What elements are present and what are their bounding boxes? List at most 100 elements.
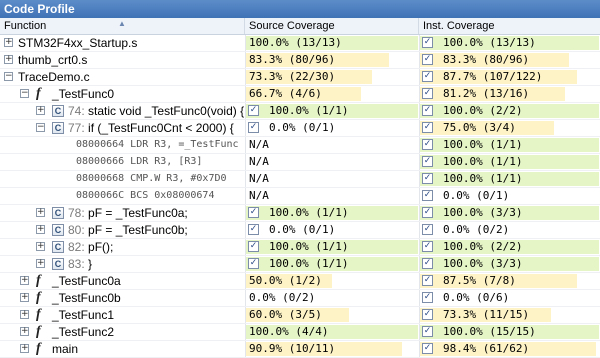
inst-coverage-cell: ✓ 100.0% (1/1) <box>419 171 600 187</box>
tree-row[interactable]: + f _TestFunc0a 50.0% (1/2) ✓ 87.5% (7/8) <box>0 273 600 290</box>
tree-row[interactable]: − C 77: if (_TestFunc0Cnt < 2000) {✓ 0.0% (… <box>0 120 600 137</box>
tree-row[interactable]: + C 83: } ✓ 100.0% (1/1) ✓ 100.0% (3/3) <box>0 256 600 273</box>
inst-coverage-checkbox[interactable]: ✓ <box>422 224 433 235</box>
inst-coverage-value: 83.3% (80/96) <box>443 53 530 66</box>
column-function-label: Function <box>4 20 47 32</box>
source-coverage-checkbox[interactable]: ✓ <box>248 105 259 116</box>
source-coverage-value: 50.0% (1/2) <box>249 274 322 287</box>
expand-icon[interactable]: + <box>36 225 45 234</box>
expand-icon[interactable]: + <box>20 293 29 302</box>
collapse-icon[interactable]: − <box>4 72 13 81</box>
inst-coverage-checkbox[interactable]: ✓ <box>422 207 433 218</box>
source-coverage-cell: 90.9% (10/11) <box>245 341 419 357</box>
source-coverage-checkbox[interactable]: ✓ <box>248 224 259 235</box>
inst-coverage-checkbox[interactable]: ✓ <box>422 54 433 65</box>
function-label: static void _TestFunc0(void) { <box>88 104 245 118</box>
inst-coverage-checkbox[interactable]: ✓ <box>422 173 433 184</box>
source-coverage-checkbox[interactable]: ✓ <box>248 122 259 133</box>
tree-row[interactable]: + C 82: pF(); ✓ 100.0% (1/1) ✓ 100.0% (2/2) <box>0 239 600 256</box>
expand-icon[interactable]: + <box>36 242 45 251</box>
tree-row[interactable]: + f _TestFunc0b 0.0% (0/2) ✓ 0.0% (0/6) <box>0 290 600 307</box>
tree-row[interactable]: 08000664 LDR R3, =_TestFunc N/A ✓ 100.0% (1… <box>0 137 600 154</box>
inst-coverage-cell: ✓ 100.0% (3/3) <box>419 256 600 272</box>
source-line-icon: C <box>52 105 64 117</box>
expand-icon[interactable]: + <box>20 310 29 319</box>
inst-coverage-value: 100.0% (3/3) <box>443 257 523 270</box>
source-coverage-value: 83.3% (80/96) <box>249 53 336 66</box>
source-coverage-cell: 60.0% (3/5) <box>245 307 419 323</box>
inst-coverage-checkbox[interactable]: ✓ <box>422 71 433 82</box>
inst-coverage-checkbox[interactable]: ✓ <box>422 241 433 252</box>
function-icon: f <box>36 324 41 339</box>
function-label: _TestFunc0 <box>52 87 115 101</box>
source-coverage-cell: ✓ 100.0% (1/1) <box>245 239 419 255</box>
source-coverage-value: 100.0% (1/1) <box>269 206 349 219</box>
expand-icon[interactable]: + <box>36 106 45 115</box>
tree-row[interactable]: 08000666 LDR R3, [R3] N/A ✓ 100.0% (1/1) <box>0 154 600 171</box>
inst-coverage-checkbox[interactable]: ✓ <box>422 156 433 167</box>
source-line-icon: C <box>52 224 64 236</box>
function-cell: + f _TestFunc0a <box>0 273 245 289</box>
tree-row[interactable]: + f main 90.9% (10/11) ✓ 98.4% (61/62) <box>0 341 600 358</box>
tree-row[interactable]: + f _TestFunc2 100.0% (4/4) ✓ 100.0% (15/15) <box>0 324 600 341</box>
expand-icon[interactable]: + <box>20 327 29 336</box>
tree-row[interactable]: + thumb_crt0.s 83.3% (80/96) ✓ 83.3% (80/96) <box>0 52 600 69</box>
function-icon: f <box>36 307 41 322</box>
expand-icon[interactable]: + <box>36 259 45 268</box>
expand-icon[interactable]: + <box>4 55 13 64</box>
source-line-icon: C <box>52 207 64 219</box>
inst-coverage-checkbox[interactable]: ✓ <box>422 122 433 133</box>
tree-row[interactable]: 08000668 CMP.W R3, #0x7D0 N/A ✓ 100.0% (1/1… <box>0 171 600 188</box>
inst-coverage-value: 98.4% (61/62) <box>443 342 530 355</box>
collapse-icon[interactable]: − <box>36 123 45 132</box>
tree-row[interactable]: + C 78: pF = _TestFunc0a; ✓ 100.0% (1/1) ✓ 100… <box>0 205 600 222</box>
inst-coverage-checkbox[interactable]: ✓ <box>422 88 433 99</box>
source-coverage-checkbox[interactable]: ✓ <box>248 241 259 252</box>
inst-coverage-cell: ✓ 83.3% (80/96) <box>419 52 600 68</box>
tree-row[interactable]: + f _TestFunc1 60.0% (3/5) ✓ 73.3% (11/15) <box>0 307 600 324</box>
source-line-icon: C <box>52 241 64 253</box>
tree-row[interactable]: 0800066C BCS 0x08000674 N/A ✓ 0.0% (0/1) <box>0 188 600 205</box>
coverage-tree: + STM32F4xx_Startup.s 100.0% (13/13) ✓ 100.0… <box>0 35 600 358</box>
inst-coverage-cell: ✓ 87.5% (7/8) <box>419 273 600 289</box>
source-coverage-checkbox[interactable]: ✓ <box>248 207 259 218</box>
inst-coverage-cell: ✓ 0.0% (0/2) <box>419 222 600 238</box>
tree-row[interactable]: − f _TestFunc0 66.7% (4/6) ✓ 81.2% (13/16) <box>0 86 600 103</box>
inst-coverage-checkbox[interactable]: ✓ <box>422 309 433 320</box>
function-label: _TestFunc1 <box>52 308 115 322</box>
inst-coverage-value: 87.7% (107/122) <box>443 70 543 83</box>
inst-coverage-checkbox[interactable]: ✓ <box>422 275 433 286</box>
source-coverage-cell: ✓ 100.0% (1/1) <box>245 103 419 119</box>
tree-row[interactable]: − TraceDemo.c 73.3% (22/30) ✓ 87.7% (107/122… <box>0 69 600 86</box>
inst-coverage-checkbox[interactable]: ✓ <box>422 326 433 337</box>
expand-icon[interactable]: + <box>36 208 45 217</box>
instruction-label: 08000668 CMP.W R3, #0x7D0 <box>76 173 227 184</box>
source-coverage-cell: ✓ 0.0% (0/1) <box>245 120 419 136</box>
inst-coverage-checkbox[interactable]: ✓ <box>422 292 433 303</box>
inst-coverage-checkbox[interactable]: ✓ <box>422 343 433 354</box>
inst-coverage-checkbox[interactable]: ✓ <box>422 190 433 201</box>
inst-coverage-checkbox[interactable]: ✓ <box>422 37 433 48</box>
function-icon: f <box>36 86 41 101</box>
tree-row[interactable]: + C 74: static void _TestFunc0(void) {✓ 100… <box>0 103 600 120</box>
expand-icon[interactable]: + <box>20 276 29 285</box>
source-coverage-checkbox[interactable]: ✓ <box>248 258 259 269</box>
function-cell: + f main <box>0 341 245 357</box>
source-coverage-value: 100.0% (1/1) <box>269 104 349 117</box>
expand-icon[interactable]: + <box>20 344 29 353</box>
column-function-header[interactable]: Function ▲ <box>0 18 245 34</box>
column-inst-coverage-header[interactable]: Inst. Coverage <box>419 18 600 34</box>
column-source-coverage-header[interactable]: Source Coverage <box>245 18 419 34</box>
collapse-icon[interactable]: − <box>20 89 29 98</box>
column-inst-coverage-label: Inst. Coverage <box>423 20 495 32</box>
tree-row[interactable]: + C 80: pF = _TestFunc0b; ✓ 0.0% (0/1) ✓ 0.0% … <box>0 222 600 239</box>
inst-coverage-checkbox[interactable]: ✓ <box>422 139 433 150</box>
expand-icon[interactable]: + <box>4 38 13 47</box>
function-icon: f <box>36 341 41 356</box>
inst-coverage-cell: ✓ 98.4% (61/62) <box>419 341 600 357</box>
inst-coverage-checkbox[interactable]: ✓ <box>422 258 433 269</box>
tree-row[interactable]: + STM32F4xx_Startup.s 100.0% (13/13) ✓ 100.0… <box>0 35 600 52</box>
inst-coverage-checkbox[interactable]: ✓ <box>422 105 433 116</box>
inst-coverage-value: 100.0% (2/2) <box>443 240 523 253</box>
function-cell: + f _TestFunc1 <box>0 307 245 323</box>
